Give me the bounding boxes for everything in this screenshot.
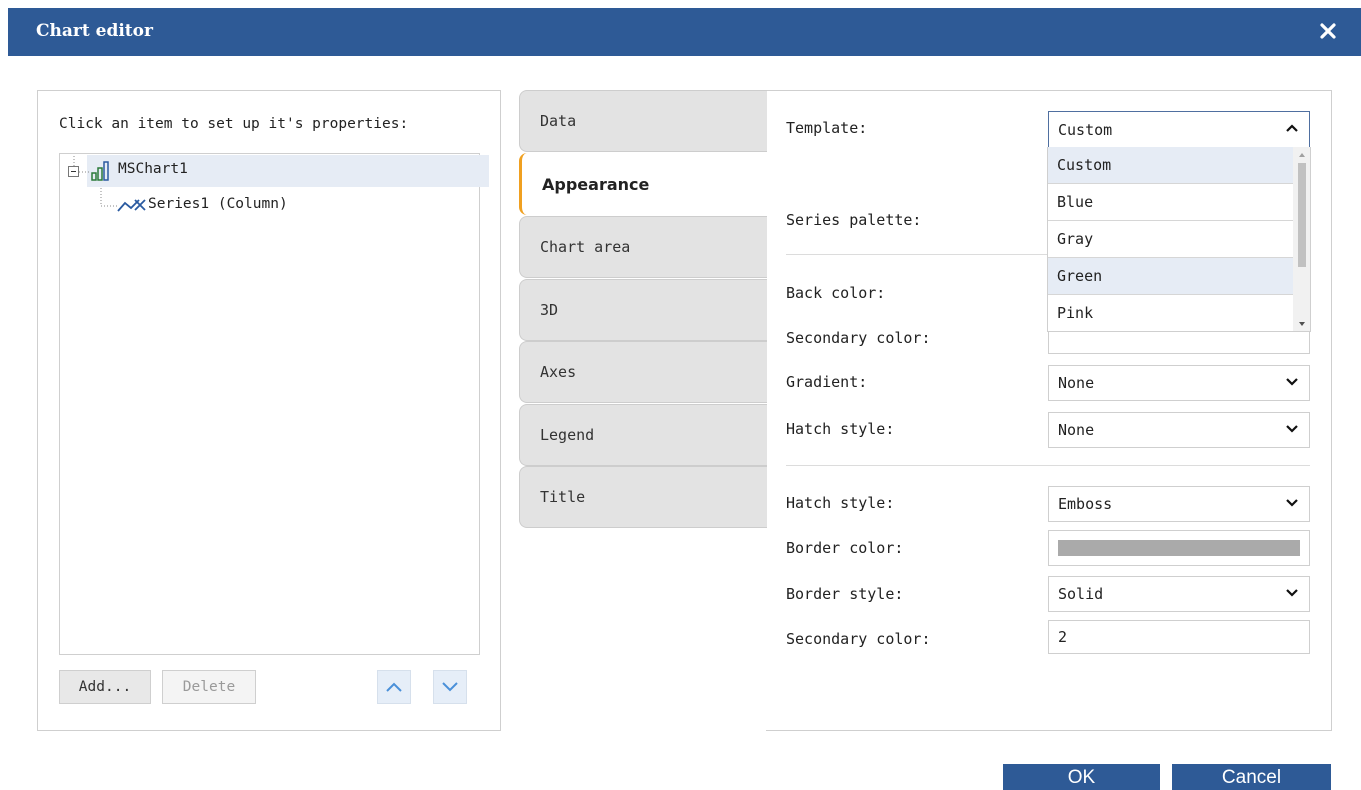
border-style-select-value: Solid [1058,585,1104,603]
dialog-title-bar: Chart editor [8,8,1361,56]
border-color-label: Border color: [786,539,904,557]
delete-button[interactable]: Delete [162,670,256,704]
secondary-color-2-input[interactable]: 2 [1048,620,1310,654]
hatch-style-2-label: Hatch style: [786,494,895,512]
chevron-down-icon [1286,499,1298,507]
chart-icon [91,161,109,185]
border-style-select[interactable]: Solid [1048,576,1310,612]
tree-item-mschart1-label: MSChart1 [118,161,188,177]
chart-items-panel: Click an item to set up it's properties:… [37,90,501,731]
border-color-picker[interactable] [1048,530,1310,566]
template-dropdown-list: Custom Blue Gray Green Pink [1047,147,1311,332]
close-icon[interactable] [1319,22,1337,40]
gradient-select[interactable]: None [1048,365,1310,401]
tree-hint: Click an item to set up it's properties: [59,116,409,132]
dropdown-scroll-thumb[interactable] [1298,163,1306,267]
border-color-swatch [1058,540,1300,556]
hatch-style-2-select[interactable]: Emboss [1048,486,1310,522]
template-option-blue[interactable]: Blue [1048,184,1294,221]
series-line-icon [117,197,147,217]
template-option-custom[interactable]: Custom [1048,147,1294,184]
cancel-button[interactable]: Cancel [1172,764,1331,790]
template-option-pink[interactable]: Pink [1048,295,1294,331]
back-color-label: Back color: [786,284,886,302]
tree-item-series1[interactable]: Series1 (Column) [148,196,288,212]
hatch-style-label: Hatch style: [786,420,895,438]
secondary-color-2-value: 2 [1058,628,1068,646]
scroll-down-icon[interactable] [1298,321,1306,327]
chevron-down-icon [1286,589,1298,597]
move-up-button[interactable] [377,670,411,704]
tab-chart-area[interactable]: Chart area [519,216,767,278]
template-select-value: Custom [1058,120,1113,139]
chevron-up-icon [1286,124,1298,132]
scroll-up-icon[interactable] [1298,152,1306,158]
chart-items-tree: MSChart1 Series1 (Column) [59,153,489,655]
tab-3d[interactable]: 3D [519,279,767,341]
hatch-style-select-value: None [1058,421,1095,439]
border-style-label: Border style: [786,585,904,603]
tab-data[interactable]: Data [519,90,767,152]
template-option-gray[interactable]: Gray [1048,221,1294,258]
tab-axes[interactable]: Axes [519,341,767,403]
section-divider [786,465,1310,466]
template-select[interactable]: Custom [1048,111,1310,148]
gradient-select-value: None [1058,374,1095,392]
chevron-down-icon [1286,425,1298,433]
template-option-green[interactable]: Green [1048,258,1294,295]
dialog-title: Chart editor [36,21,153,41]
chevron-up-icon [386,682,402,692]
chevron-down-icon [442,682,458,692]
template-label: Template: [786,119,868,137]
secondary-color-2-label: Secondary color: [786,630,931,648]
gradient-label: Gradient: [786,373,868,391]
move-down-button[interactable] [433,670,467,704]
collapse-icon[interactable] [68,166,79,177]
hatch-style-2-select-value: Emboss [1058,495,1113,513]
add-button[interactable]: Add... [59,670,151,704]
tab-legend[interactable]: Legend [519,404,767,466]
dropdown-scrollbar[interactable] [1293,147,1310,331]
series-palette-label: Series palette: [786,211,922,229]
ok-button[interactable]: OK [1003,764,1160,790]
hatch-style-select[interactable]: None [1048,412,1310,448]
secondary-color-label: Secondary color: [786,329,931,347]
chevron-down-icon [1286,378,1298,386]
tab-title[interactable]: Title [519,466,767,528]
tab-appearance[interactable]: Appearance [519,153,767,215]
